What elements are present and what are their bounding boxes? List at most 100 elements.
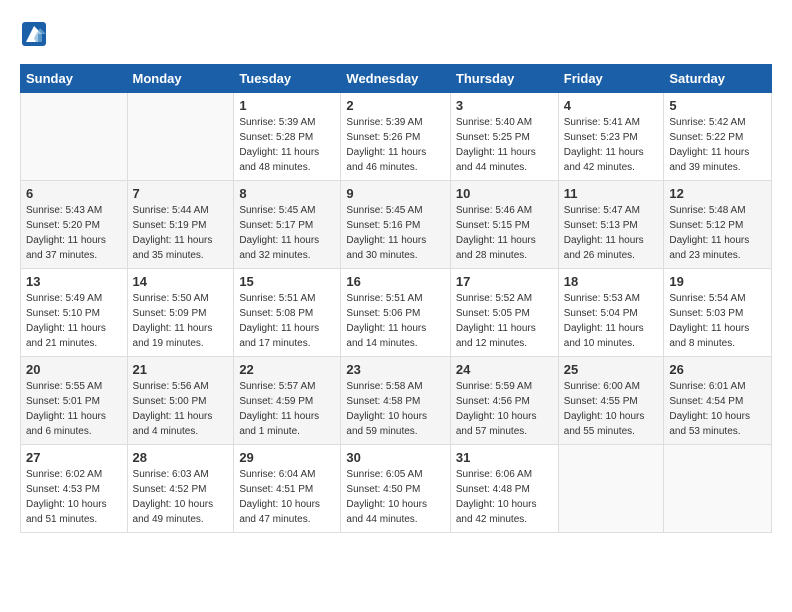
day-info: Sunrise: 5:51 AM Sunset: 5:08 PM Dayligh… <box>239 291 335 351</box>
calendar-cell: 30 Sunrise: 6:05 AM Sunset: 4:50 PM Dayli… <box>341 445 450 533</box>
day-info: Sunrise: 6:06 AM Sunset: 4:48 PM Dayligh… <box>456 467 553 527</box>
day-number: 1 <box>239 98 335 113</box>
day-info: Sunrise: 6:00 AM Sunset: 4:55 PM Dayligh… <box>564 379 659 439</box>
logo-icon <box>20 20 48 48</box>
calendar-week-row: 20 Sunrise: 5:55 AM Sunset: 5:01 PM Dayli… <box>21 357 772 445</box>
calendar-cell <box>558 445 664 533</box>
calendar-cell: 9 Sunrise: 5:45 AM Sunset: 5:16 PM Daylig… <box>341 181 450 269</box>
day-info: Sunrise: 5:53 AM Sunset: 5:04 PM Dayligh… <box>564 291 659 351</box>
day-number: 6 <box>26 186 122 201</box>
calendar-cell: 19 Sunrise: 5:54 AM Sunset: 5:03 PM Dayli… <box>664 269 772 357</box>
day-info: Sunrise: 5:52 AM Sunset: 5:05 PM Dayligh… <box>456 291 553 351</box>
column-header-saturday: Saturday <box>664 65 772 93</box>
day-number: 30 <box>346 450 444 465</box>
day-number: 28 <box>133 450 229 465</box>
day-number: 31 <box>456 450 553 465</box>
calendar-cell: 24 Sunrise: 5:59 AM Sunset: 4:56 PM Dayli… <box>450 357 558 445</box>
day-info: Sunrise: 5:41 AM Sunset: 5:23 PM Dayligh… <box>564 115 659 175</box>
day-number: 19 <box>669 274 766 289</box>
calendar-cell: 20 Sunrise: 5:55 AM Sunset: 5:01 PM Dayli… <box>21 357 128 445</box>
calendar-cell: 4Sunrise: 5:41 AM Sunset: 5:23 PM Daylig… <box>558 93 664 181</box>
calendar-cell: 10 Sunrise: 5:46 AM Sunset: 5:15 PM Dayli… <box>450 181 558 269</box>
day-number: 3 <box>456 98 553 113</box>
column-header-thursday: Thursday <box>450 65 558 93</box>
day-number: 29 <box>239 450 335 465</box>
day-info: Sunrise: 5:49 AM Sunset: 5:10 PM Dayligh… <box>26 291 122 351</box>
calendar-cell: 1 Sunrise: 5:39 AM Sunset: 5:28 PM Daylig… <box>234 93 341 181</box>
day-number: 26 <box>669 362 766 377</box>
day-info: Sunrise: 5:50 AM Sunset: 5:09 PM Dayligh… <box>133 291 229 351</box>
day-number: 21 <box>133 362 229 377</box>
day-number: 9 <box>346 186 444 201</box>
calendar-cell: 31 Sunrise: 6:06 AM Sunset: 4:48 PM Dayli… <box>450 445 558 533</box>
column-header-sunday: Sunday <box>21 65 128 93</box>
day-info: Sunrise: 5:59 AM Sunset: 4:56 PM Dayligh… <box>456 379 553 439</box>
day-info: Sunrise: 5:51 AM Sunset: 5:06 PM Dayligh… <box>346 291 444 351</box>
calendar-cell: 8 Sunrise: 5:45 AM Sunset: 5:17 PM Daylig… <box>234 181 341 269</box>
calendar-cell: 29 Sunrise: 6:04 AM Sunset: 4:51 PM Dayli… <box>234 445 341 533</box>
column-header-tuesday: Tuesday <box>234 65 341 93</box>
day-number: 24 <box>456 362 553 377</box>
day-info: Sunrise: 5:39 AM Sunset: 5:26 PM Dayligh… <box>346 115 444 175</box>
day-info: Sunrise: 5:42 AM Sunset: 5:22 PM Dayligh… <box>669 115 766 175</box>
day-info: Sunrise: 5:46 AM Sunset: 5:15 PM Dayligh… <box>456 203 553 263</box>
day-number: 17 <box>456 274 553 289</box>
day-number: 11 <box>564 186 659 201</box>
day-number: 15 <box>239 274 335 289</box>
page-header <box>20 20 772 48</box>
day-number: 20 <box>26 362 122 377</box>
day-info: Sunrise: 6:04 AM Sunset: 4:51 PM Dayligh… <box>239 467 335 527</box>
calendar-cell: 27Sunrise: 6:02 AM Sunset: 4:53 PM Dayli… <box>21 445 128 533</box>
day-number: 5 <box>669 98 766 113</box>
day-number: 23 <box>346 362 444 377</box>
calendar-cell: 21 Sunrise: 5:56 AM Sunset: 5:00 PM Dayli… <box>127 357 234 445</box>
day-number: 13 <box>26 274 122 289</box>
calendar-week-row: 13 Sunrise: 5:49 AM Sunset: 5:10 PM Dayli… <box>21 269 772 357</box>
calendar-cell: 6 Sunrise: 5:43 AM Sunset: 5:20 PM Daylig… <box>21 181 128 269</box>
calendar-cell: 11 Sunrise: 5:47 AM Sunset: 5:13 PM Dayli… <box>558 181 664 269</box>
column-header-wednesday: Wednesday <box>341 65 450 93</box>
column-header-monday: Monday <box>127 65 234 93</box>
calendar-cell: 18Sunrise: 5:53 AM Sunset: 5:04 PM Dayli… <box>558 269 664 357</box>
day-info: Sunrise: 6:05 AM Sunset: 4:50 PM Dayligh… <box>346 467 444 527</box>
day-info: Sunrise: 5:39 AM Sunset: 5:28 PM Dayligh… <box>239 115 335 175</box>
calendar-cell: 23 Sunrise: 5:58 AM Sunset: 4:58 PM Dayli… <box>341 357 450 445</box>
logo <box>20 20 52 48</box>
day-info: Sunrise: 5:55 AM Sunset: 5:01 PM Dayligh… <box>26 379 122 439</box>
calendar-cell: 13 Sunrise: 5:49 AM Sunset: 5:10 PM Dayli… <box>21 269 128 357</box>
calendar-week-row: 6 Sunrise: 5:43 AM Sunset: 5:20 PM Daylig… <box>21 181 772 269</box>
calendar-cell: 12Sunrise: 5:48 AM Sunset: 5:12 PM Dayli… <box>664 181 772 269</box>
day-info: Sunrise: 6:03 AM Sunset: 4:52 PM Dayligh… <box>133 467 229 527</box>
calendar-cell: 5 Sunrise: 5:42 AM Sunset: 5:22 PM Daylig… <box>664 93 772 181</box>
day-info: Sunrise: 5:56 AM Sunset: 5:00 PM Dayligh… <box>133 379 229 439</box>
day-info: Sunrise: 5:54 AM Sunset: 5:03 PM Dayligh… <box>669 291 766 351</box>
day-info: Sunrise: 5:47 AM Sunset: 5:13 PM Dayligh… <box>564 203 659 263</box>
calendar-cell: 2 Sunrise: 5:39 AM Sunset: 5:26 PM Daylig… <box>341 93 450 181</box>
calendar-cell: 14 Sunrise: 5:50 AM Sunset: 5:09 PM Dayli… <box>127 269 234 357</box>
column-header-friday: Friday <box>558 65 664 93</box>
day-info: Sunrise: 5:43 AM Sunset: 5:20 PM Dayligh… <box>26 203 122 263</box>
calendar-cell: 3Sunrise: 5:40 AM Sunset: 5:25 PM Daylig… <box>450 93 558 181</box>
day-number: 10 <box>456 186 553 201</box>
day-number: 14 <box>133 274 229 289</box>
day-info: Sunrise: 5:45 AM Sunset: 5:16 PM Dayligh… <box>346 203 444 263</box>
day-info: Sunrise: 5:44 AM Sunset: 5:19 PM Dayligh… <box>133 203 229 263</box>
day-info: Sunrise: 5:57 AM Sunset: 4:59 PM Dayligh… <box>239 379 335 439</box>
calendar-cell: 26 Sunrise: 6:01 AM Sunset: 4:54 PM Dayli… <box>664 357 772 445</box>
day-info: Sunrise: 6:01 AM Sunset: 4:54 PM Dayligh… <box>669 379 766 439</box>
calendar-cell <box>21 93 128 181</box>
day-info: Sunrise: 5:58 AM Sunset: 4:58 PM Dayligh… <box>346 379 444 439</box>
calendar-table: SundayMondayTuesdayWednesdayThursdayFrid… <box>20 64 772 533</box>
calendar-cell: 16Sunrise: 5:51 AM Sunset: 5:06 PM Dayli… <box>341 269 450 357</box>
calendar-cell: 7Sunrise: 5:44 AM Sunset: 5:19 PM Daylig… <box>127 181 234 269</box>
calendar-cell: 25Sunrise: 6:00 AM Sunset: 4:55 PM Dayli… <box>558 357 664 445</box>
day-info: Sunrise: 6:02 AM Sunset: 4:53 PM Dayligh… <box>26 467 122 527</box>
day-number: 2 <box>346 98 444 113</box>
calendar-cell <box>664 445 772 533</box>
day-info: Sunrise: 5:45 AM Sunset: 5:17 PM Dayligh… <box>239 203 335 263</box>
calendar-cell: 15 Sunrise: 5:51 AM Sunset: 5:08 PM Dayli… <box>234 269 341 357</box>
day-number: 8 <box>239 186 335 201</box>
calendar-cell: 28 Sunrise: 6:03 AM Sunset: 4:52 PM Dayli… <box>127 445 234 533</box>
day-number: 12 <box>669 186 766 201</box>
calendar-cell <box>127 93 234 181</box>
